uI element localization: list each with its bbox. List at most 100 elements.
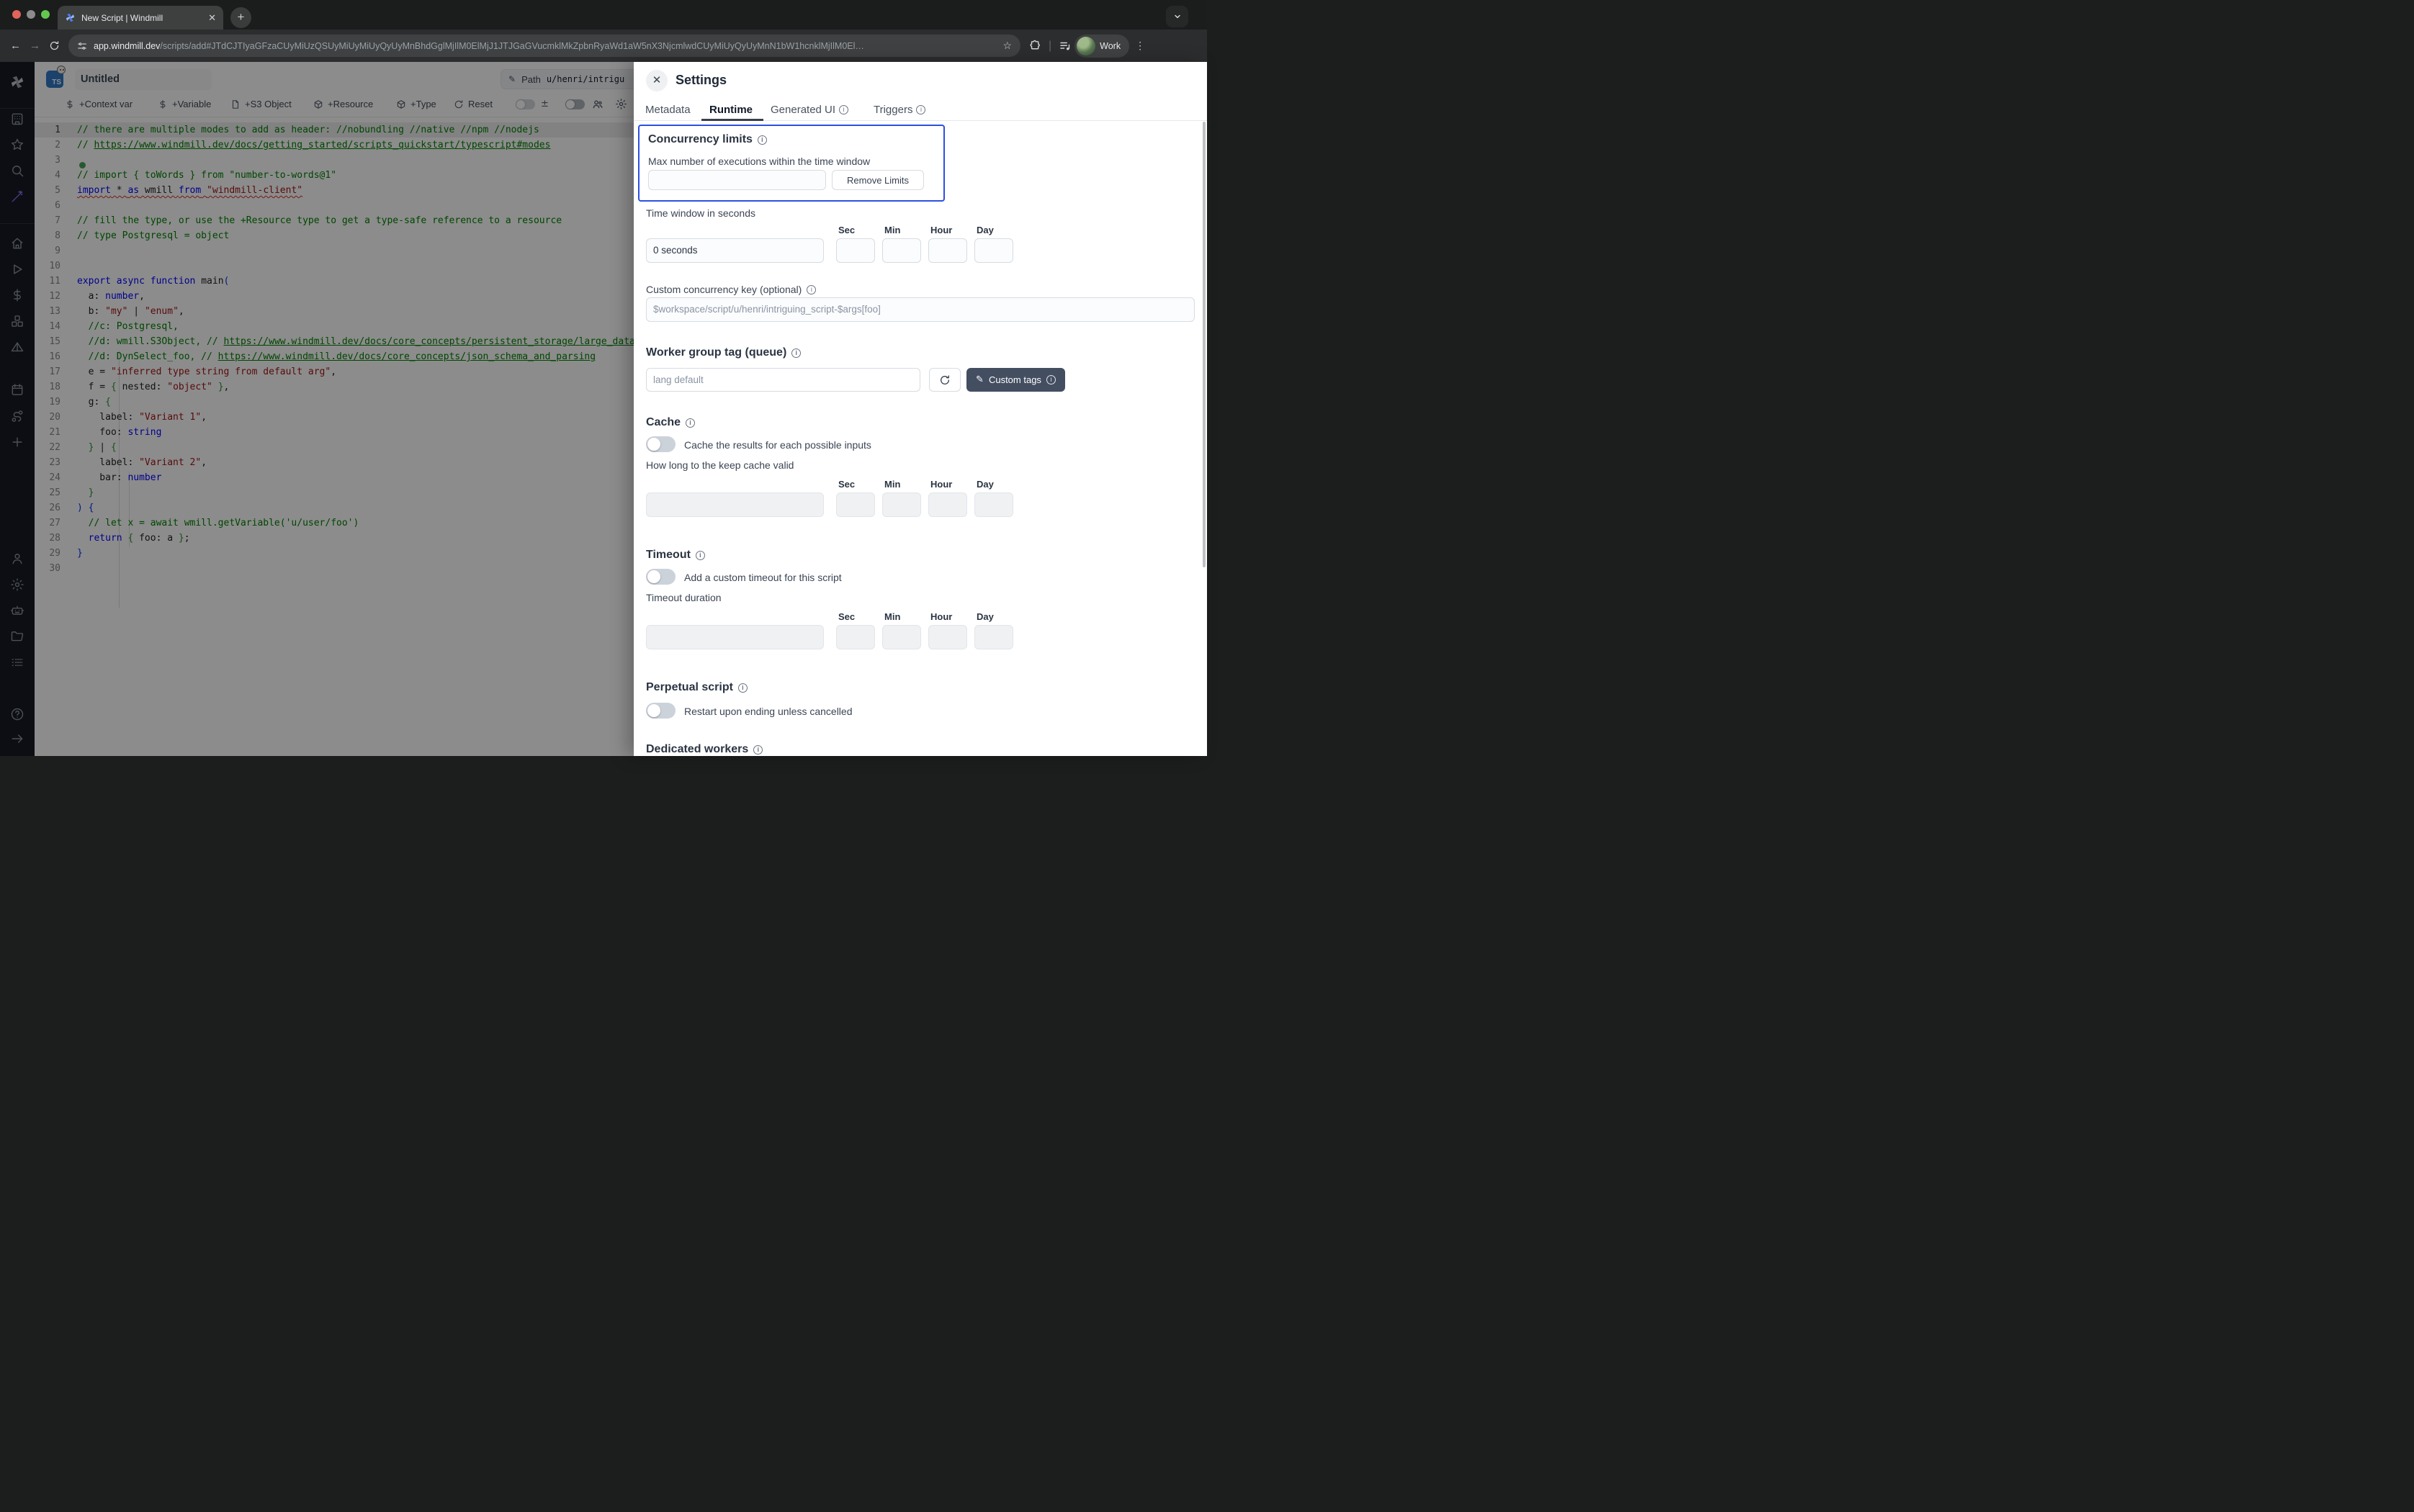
max-executions-input[interactable] [648, 170, 826, 190]
tab-triggers[interactable]: Triggersi [874, 104, 925, 116]
toolbar-separator: | [1049, 40, 1051, 53]
info-icon[interactable]: i [807, 285, 816, 294]
reload-icon [49, 40, 60, 51]
info-icon[interactable]: i [738, 683, 748, 693]
tab-close-icon[interactable]: ✕ [208, 12, 216, 24]
url-text: app.windmill.dev/scripts/add#JTdCJTIyaGF… [94, 41, 996, 51]
cache-toggle-label: Cache the results for each possible inpu… [684, 439, 871, 451]
settings-tabs: Metadata Runtime Generated UIi Triggersi [634, 99, 1207, 121]
info-icon[interactable]: i [686, 418, 695, 428]
cache-duration-min-input[interactable] [882, 492, 921, 517]
info-icon[interactable]: i [696, 551, 705, 560]
cache-toggle[interactable] [646, 436, 676, 452]
timeout-toggle-label: Add a custom timeout for this script [684, 572, 842, 583]
cache-duration-sec-label: Sec [838, 479, 855, 490]
perpetual-toggle[interactable] [646, 703, 676, 719]
timeout-duration-min-input[interactable] [882, 625, 921, 649]
timeout-duration-day-input[interactable] [974, 625, 1013, 649]
profile-label: Work [1100, 41, 1121, 51]
tab-metadata[interactable]: Metadata [645, 104, 691, 116]
timeout-duration-day-label: Day [977, 611, 994, 622]
time-window-min-label: Min [884, 225, 900, 235]
browser-tab[interactable]: New Script | Windmill ✕ [58, 6, 223, 30]
forward-button[interactable]: → [25, 40, 45, 52]
windmill-favicon [65, 12, 76, 23]
browser-profile-chip[interactable]: Work [1074, 35, 1129, 58]
cache-duration-label: How long to the keep cache valid [646, 459, 794, 471]
time-window-min-input[interactable] [882, 238, 921, 263]
timeout-duration-sec-label: Sec [838, 611, 855, 622]
refresh-icon [939, 374, 951, 386]
custom-tags-button[interactable]: ✎ Custom tags i [966, 368, 1065, 392]
time-window-hour-input[interactable] [928, 238, 967, 263]
concurrency-key-label: Custom concurrency key (optional)i [646, 284, 816, 295]
cache-duration-day-label: Day [977, 479, 994, 490]
site-settings-icon[interactable] [77, 41, 87, 51]
chevron-down-icon [1173, 12, 1182, 21]
reload-button[interactable] [45, 40, 64, 51]
perpetual-toggle-label: Restart upon ending unless cancelled [684, 706, 853, 717]
mac-close-button[interactable] [12, 10, 21, 19]
browser-menu-kebab-icon[interactable]: ⋮ [1132, 40, 1148, 52]
cache-duration-hour-label: Hour [930, 479, 952, 490]
tab-search-chevron-button[interactable] [1166, 6, 1188, 27]
timeout-heading: Timeouti [646, 549, 705, 562]
bookmark-star-icon[interactable]: ☆ [1002, 40, 1012, 52]
browser-toolbar: ← → app.windmill.dev/scripts/add#JTdCJTI… [0, 30, 1207, 62]
mac-minimize-button[interactable] [27, 10, 35, 19]
time-window-label: Time window in seconds [646, 207, 755, 219]
cache-duration-hour-input[interactable] [928, 492, 967, 517]
browser-titlebar: New Script | Windmill ✕ + [0, 0, 1207, 30]
timeout-duration-min-label: Min [884, 611, 900, 622]
avatar [1077, 37, 1095, 55]
mac-zoom-button[interactable] [41, 10, 50, 19]
remove-limits-button[interactable]: Remove Limits [832, 170, 924, 190]
time-window-day-label: Day [977, 225, 994, 235]
dedicated-workers-heading: Dedicated workersi [646, 743, 763, 756]
time-window-sec-input[interactable] [836, 238, 875, 263]
cache-duration-total-input[interactable] [646, 492, 824, 517]
info-icon[interactable]: i [791, 348, 801, 358]
concurrency-limits-section: Concurrency limitsi Max number of execut… [638, 125, 945, 202]
edit-pencil-icon: ✎ [976, 374, 984, 385]
cache-duration-sec-input[interactable] [836, 492, 875, 517]
timeout-duration-total-input[interactable] [646, 625, 824, 649]
address-bar[interactable]: app.windmill.dev/scripts/add#JTdCJTIyaGF… [68, 35, 1020, 57]
worker-group-heading: Worker group tag (queue)i [646, 346, 801, 359]
extensions-puzzle-icon[interactable] [1029, 40, 1041, 52]
cache-duration-day-input[interactable] [974, 492, 1013, 517]
settings-title: Settings [676, 73, 727, 88]
time-window-day-input[interactable] [974, 238, 1013, 263]
tab-title: New Script | Windmill [81, 13, 202, 23]
back-button[interactable]: ← [6, 40, 25, 52]
timeout-duration-sec-input[interactable] [836, 625, 875, 649]
cache-heading: Cachei [646, 416, 695, 429]
concurrency-heading: Concurrency limitsi [648, 133, 767, 146]
timeout-duration-hour-input[interactable] [928, 625, 967, 649]
media-playlist-icon[interactable] [1059, 40, 1072, 53]
worker-group-input[interactable]: lang default [646, 368, 920, 392]
info-icon: i [839, 105, 848, 114]
panel-scrollbar-thumb[interactable] [1203, 122, 1206, 567]
time-window-hour-label: Hour [930, 225, 952, 235]
info-icon[interactable]: i [758, 135, 767, 145]
new-tab-button[interactable]: + [230, 7, 251, 28]
info-icon[interactable]: i [753, 745, 763, 755]
drawer-backdrop[interactable] [0, 62, 634, 756]
time-window-sec-label: Sec [838, 225, 855, 235]
perpetual-heading: Perpetual scripti [646, 681, 748, 694]
time-window-total-input[interactable]: 0 seconds [646, 238, 824, 263]
max-executions-label: Max number of executions within the time… [648, 156, 870, 167]
info-icon[interactable]: i [1046, 375, 1056, 384]
tab-runtime[interactable]: Runtime [709, 104, 753, 116]
tab-generated-ui[interactable]: Generated UIi [771, 104, 848, 116]
info-icon: i [916, 105, 925, 114]
active-tab-underline [701, 119, 763, 121]
settings-drawer: ✕ Settings Metadata Runtime Generated UIi T… [634, 62, 1207, 756]
concurrency-key-input[interactable]: $workspace/script/u/henri/intriguing_scr… [646, 297, 1195, 322]
cache-duration-min-label: Min [884, 479, 900, 490]
timeout-toggle[interactable] [646, 569, 676, 585]
refresh-tags-button[interactable] [929, 368, 961, 392]
close-settings-button[interactable]: ✕ [646, 70, 668, 91]
timeout-duration-label: Timeout duration [646, 592, 722, 603]
